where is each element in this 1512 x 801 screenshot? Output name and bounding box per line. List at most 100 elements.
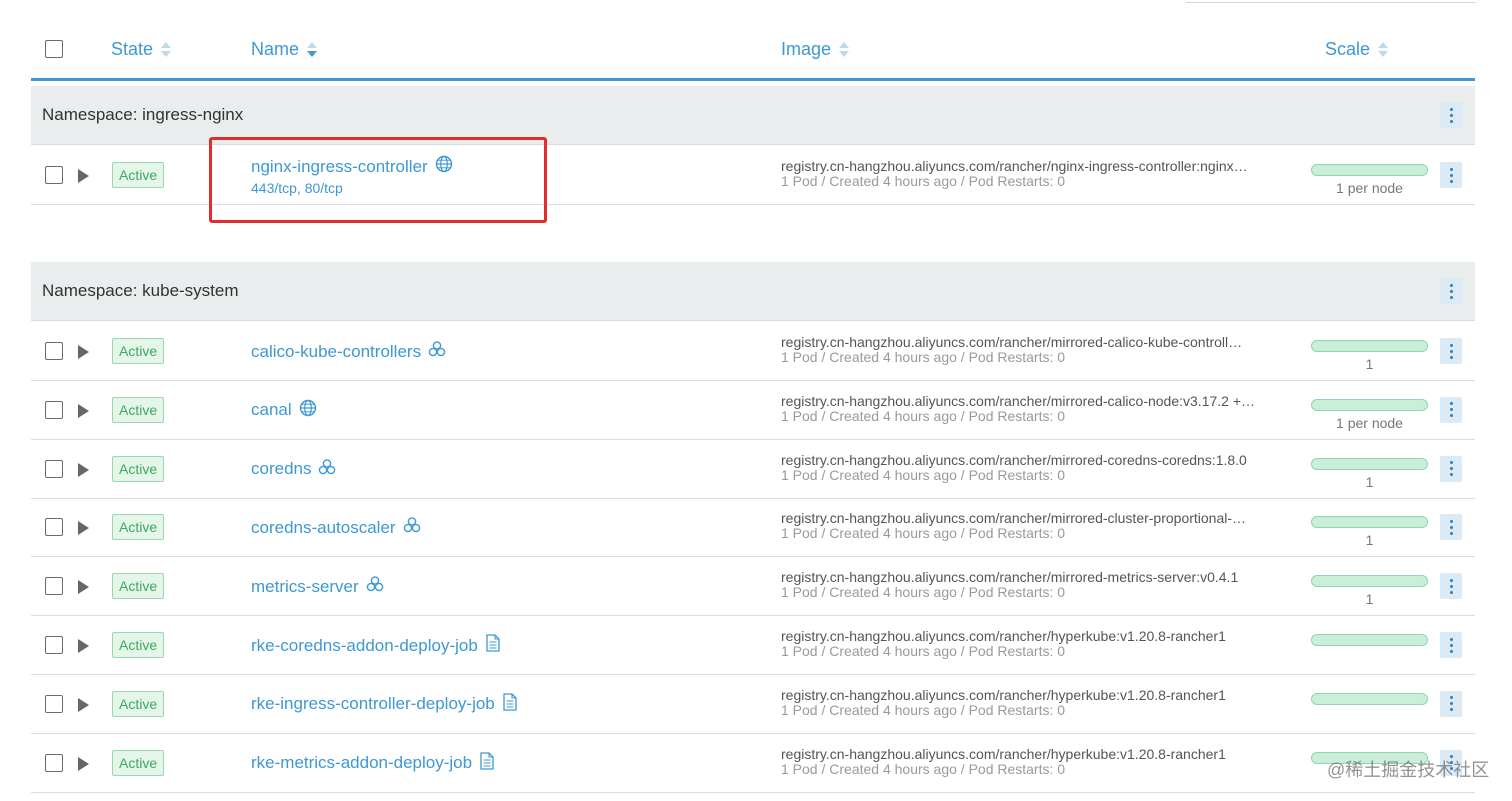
expand-arrow-icon[interactable]: [78, 756, 89, 771]
scale-label: 1: [1365, 473, 1374, 490]
workload-name[interactable]: rke-coredns-addon-deploy-job: [251, 636, 478, 656]
pod-meta: 1 Pod / Created 4 hours ago / Pod Restar…: [781, 760, 1066, 777]
table-row: Active metrics-server registry.cn-hangzh…: [31, 557, 1475, 617]
sort-icon: [839, 42, 850, 57]
sort-icon: [1378, 42, 1389, 57]
status-badge: Active: [112, 455, 165, 482]
status-badge: Active: [112, 514, 165, 541]
row-menu-button[interactable]: [1440, 396, 1462, 423]
namespace-header: Namespace: kube-system: [31, 262, 1475, 321]
row-menu-button[interactable]: [1440, 162, 1462, 188]
pod-meta: 1 Pod / Created 4 hours ago / Pod Restar…: [781, 407, 1066, 424]
workload-name-link[interactable]: canal: [251, 399, 317, 422]
workload-name-link[interactable]: rke-coredns-addon-deploy-job: [251, 634, 501, 657]
workload-name[interactable]: rke-metrics-addon-deploy-job: [251, 753, 472, 773]
row-checkbox[interactable]: [45, 753, 63, 772]
pod-meta: 1 Pod / Created 4 hours ago / Pod Restar…: [781, 643, 1066, 659]
image-name: registry.cn-hangzhou.aliyuncs.com/ranche…: [781, 746, 1226, 762]
workload-name[interactable]: coredns: [251, 459, 311, 479]
workload-name-link[interactable]: metrics-server: [251, 575, 384, 598]
table-row: Active calico-kube-controllers registry.…: [31, 322, 1475, 381]
row-checkbox[interactable]: [45, 342, 63, 360]
row-checkbox[interactable]: [45, 518, 63, 537]
watermark: @稀土掘金技术社区: [1327, 760, 1490, 780]
pod-meta: 1 Pod / Created 4 hours ago / Pod Restar…: [781, 584, 1066, 601]
namespace-menu-button[interactable]: [1440, 102, 1462, 128]
workload-name[interactable]: coredns-autoscaler: [251, 518, 396, 538]
image-name: registry.cn-hangzhou.aliyuncs.com/ranche…: [781, 393, 1256, 409]
image-name: registry.cn-hangzhou.aliyuncs.com/ranche…: [781, 452, 1247, 468]
row-menu-button[interactable]: [1440, 455, 1462, 482]
workloads-table: State Name Image Scale Namespace: ingres…: [31, 0, 1475, 793]
column-name[interactable]: Name: [251, 39, 318, 60]
row-menu-button[interactable]: [1440, 573, 1462, 600]
workload-name[interactable]: metrics-server: [251, 577, 359, 597]
pod-meta: 1 Pod / Created 4 hours ago / Pod Restar…: [781, 173, 1066, 189]
column-state[interactable]: State: [111, 39, 172, 60]
row-checkbox[interactable]: [45, 577, 63, 596]
workload-name-link[interactable]: coredns: [251, 458, 336, 481]
scale-label: 1 per node: [1336, 180, 1403, 196]
workload-name[interactable]: calico-kube-controllers: [251, 342, 421, 362]
table-header: State Name Image Scale: [31, 0, 1475, 81]
expand-arrow-icon[interactable]: [78, 169, 89, 183]
row-checkbox[interactable]: [45, 459, 63, 478]
row-checkbox[interactable]: [45, 694, 63, 713]
pod-meta: 1 Pod / Created 4 hours ago / Pod Restar…: [781, 349, 1066, 365]
row-menu-button[interactable]: [1440, 690, 1462, 717]
sort-desc-icon: [307, 42, 318, 57]
pod-meta: 1 Pod / Created 4 hours ago / Pod Restar…: [781, 701, 1066, 718]
scale-bar: [1311, 340, 1428, 352]
workload-name-link[interactable]: rke-ingress-controller-deploy-job: [251, 693, 518, 716]
namespace-title: Namespace: ingress-nginx: [42, 105, 244, 124]
sort-icon: [161, 42, 172, 57]
cluster-icon: [421, 340, 446, 363]
column-scale[interactable]: Scale: [1325, 39, 1389, 60]
workload-name-link[interactable]: coredns-autoscaler: [251, 516, 421, 539]
row-checkbox[interactable]: [45, 636, 63, 654]
row-menu-button[interactable]: [1440, 632, 1462, 658]
column-image[interactable]: Image: [781, 39, 850, 60]
scale-bar: [1311, 398, 1428, 411]
status-badge: Active: [112, 690, 165, 717]
status-badge: Active: [112, 632, 165, 658]
cluster-icon: [311, 458, 336, 481]
table-row: Active rke-ingress-controller-deploy-job…: [31, 675, 1475, 734]
scale-bar: [1311, 457, 1428, 470]
table-row: Active canal registry.cn-hangzhou.aliyun…: [31, 381, 1475, 440]
image-name: registry.cn-hangzhou.aliyuncs.com/ranche…: [781, 570, 1239, 586]
workload-name-link[interactable]: rke-metrics-addon-deploy-job: [251, 751, 495, 775]
status-badge: Active: [112, 162, 165, 188]
column-name-label: Name: [251, 39, 300, 59]
select-all-checkbox[interactable]: [45, 40, 63, 58]
pod-meta: 1 Pod / Created 4 hours ago / Pod Restar…: [781, 466, 1066, 483]
highlight-box: [209, 137, 547, 223]
workload-name-link[interactable]: calico-kube-controllers: [251, 340, 446, 363]
workload-name[interactable]: canal: [251, 400, 292, 420]
expand-arrow-icon[interactable]: [78, 639, 89, 653]
workload-name[interactable]: rke-ingress-controller-deploy-job: [251, 694, 495, 714]
image-name: registry.cn-hangzhou.aliyuncs.com/ranche…: [781, 511, 1247, 527]
image-name: registry.cn-hangzhou.aliyuncs.com/ranche…: [781, 629, 1226, 644]
namespace-menu-button[interactable]: [1440, 278, 1462, 304]
expand-arrow-icon[interactable]: [78, 521, 89, 536]
table-row: Active rke-coredns-addon-deploy-job regi…: [31, 616, 1475, 675]
column-image-label: Image: [781, 39, 832, 59]
expand-arrow-icon[interactable]: [78, 580, 89, 595]
scale-label: 1 per node: [1336, 414, 1403, 431]
row-menu-button[interactable]: [1440, 338, 1462, 364]
table-row: Active coredns registry.cn-hangzhou.aliy…: [31, 440, 1475, 499]
expand-arrow-icon[interactable]: [78, 345, 89, 359]
globe-icon: [292, 399, 317, 422]
row-checkbox[interactable]: [45, 166, 63, 184]
status-badge: Active: [112, 749, 165, 776]
scale-bar: [1311, 634, 1428, 646]
row-checkbox[interactable]: [45, 400, 63, 419]
row-menu-button[interactable]: [1440, 514, 1462, 541]
expand-arrow-icon[interactable]: [78, 697, 89, 712]
column-state-label: State: [111, 39, 154, 59]
document-icon: [478, 634, 501, 657]
expand-arrow-icon[interactable]: [78, 462, 89, 477]
expand-arrow-icon[interactable]: [78, 403, 89, 418]
scale-bar: [1311, 692, 1428, 705]
